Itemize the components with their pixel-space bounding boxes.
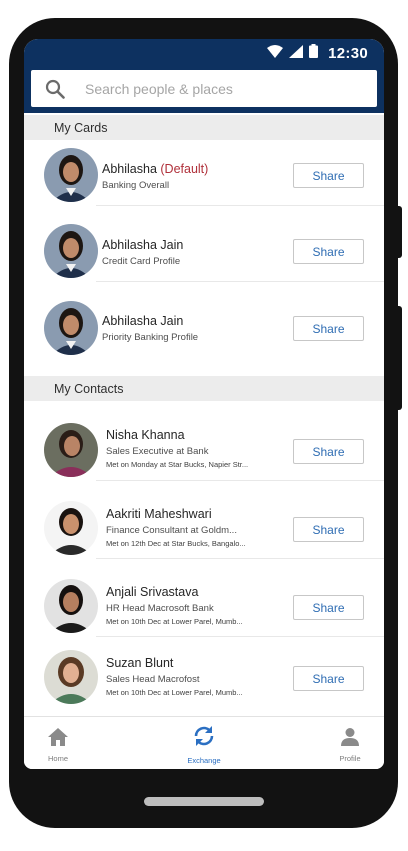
nav-label: Home [47,754,68,763]
nav-item-exchange[interactable]: Exchange [164,723,244,765]
phone-side-button [396,306,402,410]
share-button[interactable]: Share [293,316,364,341]
avatar [44,650,98,704]
share-button[interactable]: Share [293,517,364,542]
contact-title: Sales Head Macrofost [106,674,200,685]
cell-signal-icon [289,44,304,63]
card-name-text: Abhilasha [102,162,157,176]
share-button[interactable]: Share [293,439,364,464]
nav-item-home[interactable]: Home [24,727,98,763]
contact-title: HR Head Macrosoft Bank [106,603,214,614]
contact-title: Finance Consultant at Goldm... [106,525,237,536]
section-title: My Cards [54,120,108,135]
section-header-my-contacts: My Contacts [24,376,384,401]
card-name: Abhilasha (Default) [102,162,208,176]
share-button[interactable]: Share [293,163,364,188]
nav-label: Profile [339,754,361,763]
sync-icon [191,726,217,753]
contact-name: Anjali Srivastava [106,585,199,599]
contact-name: Aakriti Maheshwari [106,507,212,521]
contact-met-info: Met on Monday at Star Bucks, Napier Str.… [106,460,249,469]
contact-row[interactable]: Anjali Srivastava HR Head Macrosoft Bank… [24,559,384,637]
contact-name: Suzan Blunt [106,656,174,670]
app-bar: 12:30 [24,39,384,113]
battery-icon [309,44,319,63]
contact-met-info: Met on 10th Dec at Lower Parel, Mumb... [106,617,243,626]
card-subtitle: Banking Overall [102,180,170,191]
status-bar: 12:30 [24,39,384,67]
avatar [44,224,98,278]
bottom-nav: Home Exchange Profile [24,716,384,769]
person-icon [340,728,360,751]
card-row[interactable]: Abhilasha Jain Credit Card Profile Share [24,206,384,282]
search-bar[interactable] [31,70,377,107]
contact-row[interactable]: Aakriti Maheshwari Finance Consultant at… [24,481,384,559]
contact-row[interactable]: Nisha Khanna Sales Executive at Bank Met… [24,401,384,481]
card-subtitle: Credit Card Profile [102,256,181,267]
section-title: My Contacts [54,381,124,396]
avatar [44,423,98,477]
nav-item-profile[interactable]: Profile [310,727,384,763]
search-input[interactable] [85,80,345,97]
avatar [44,301,98,355]
avatar [44,148,98,202]
share-button[interactable]: Share [293,239,364,264]
share-button[interactable]: Share [293,595,364,620]
avatar [44,579,98,633]
card-name: Abhilasha Jain [102,314,184,328]
search-icon[interactable] [45,79,85,99]
app-screen: 12:30 My Cards Abhilasha (Default) Banki… [24,39,384,769]
contact-met-info: Met on 10th Dec at Lower Parel, Mumb... [106,688,243,697]
wifi-icon [267,44,284,63]
contact-met-info: Met on 12th Dec at Star Bucks, Bangalo..… [106,539,246,548]
card-subtitle: Priority Banking Profile [102,332,199,343]
section-header-my-cards: My Cards [24,115,384,140]
card-row[interactable]: Abhilasha Jain Priority Banking Profile … [24,282,384,376]
contact-row[interactable]: Suzan Blunt Sales Head Macrofost Met on … [24,637,384,709]
contact-title: Sales Executive at Bank [106,446,209,457]
card-row[interactable]: Abhilasha (Default) Banking Overall Shar… [24,140,384,206]
avatar [44,501,98,555]
card-name: Abhilasha Jain [102,238,184,252]
share-button[interactable]: Share [293,666,364,691]
default-tag: (Default) [160,162,209,176]
contact-name: Nisha Khanna [106,428,185,442]
phone-side-button [396,206,402,258]
home-indicator[interactable] [144,797,264,806]
status-time: 12:30 [328,45,368,62]
home-icon [47,728,69,751]
nav-label: Exchange [187,756,221,765]
